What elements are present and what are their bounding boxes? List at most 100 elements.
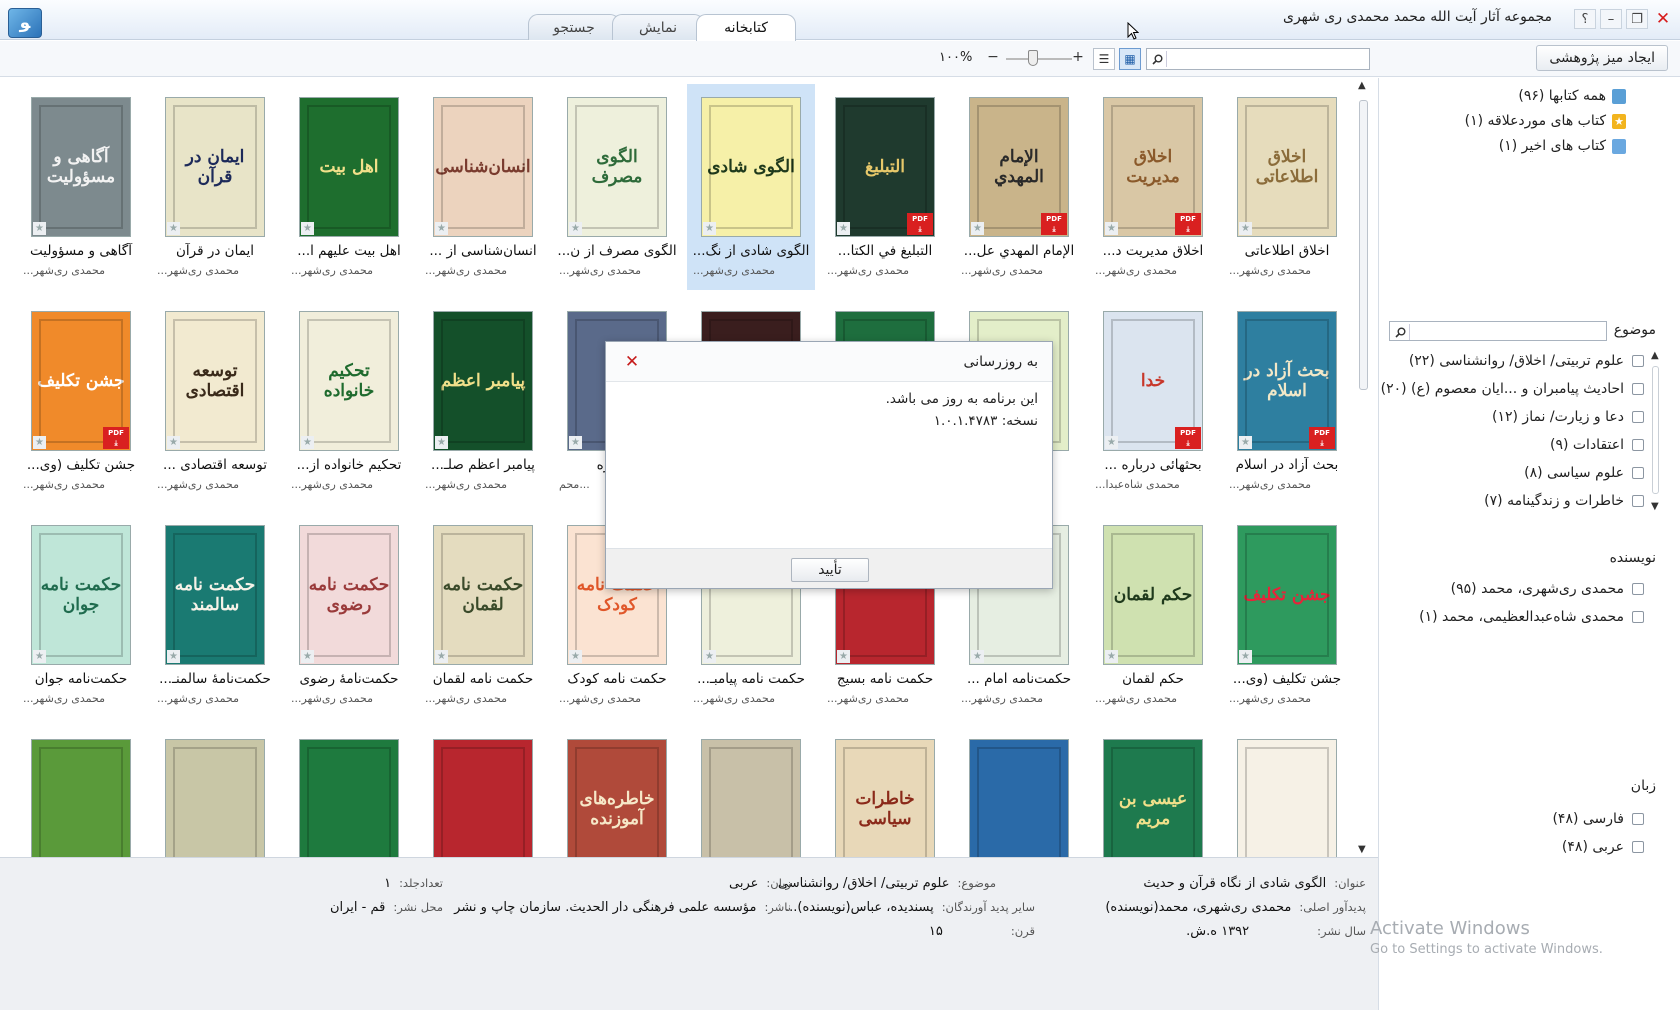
book-card[interactable]: خاطرات سیاسی★ <box>821 726 949 857</box>
book-cover[interactable]: اخلاق مدیریت ★ PDF ⤓ <box>1103 97 1203 237</box>
book-cover[interactable]: ایمان در قرآن ★ <box>165 97 265 237</box>
facet-checkbox[interactable] <box>1632 355 1644 367</box>
facet-search-input[interactable] <box>1414 322 1604 340</box>
facet-subject-item[interactable]: احادیث پیامبران و ...ایان معصوم (ع) (۲۰) <box>1381 378 1644 400</box>
dialog-ok-button[interactable]: تأیید <box>791 558 869 582</box>
book-card[interactable]: الگوی مصرف ★ الگوی مصرف از ن... محمدی ری‌شه… <box>553 84 681 290</box>
facet-checkbox[interactable] <box>1632 467 1644 479</box>
zoom-slider[interactable] <box>1006 58 1072 60</box>
close-button[interactable]: ✕ <box>1652 9 1674 29</box>
library-search-input[interactable] <box>1171 49 1369 69</box>
facet-checkbox[interactable] <box>1632 813 1644 825</box>
tab-library[interactable]: کتابخانه <box>696 14 796 41</box>
book-card[interactable]: جشن تکلیف ★ جشن تکلیف (وی... محمدی ری‌شهر..… <box>1223 512 1351 718</box>
book-cover[interactable]: ★ <box>433 739 533 857</box>
favorite-star-icon[interactable]: ★ <box>1239 436 1252 449</box>
facet-checkbox[interactable] <box>1632 411 1644 423</box>
facet-subject-item[interactable]: علوم تربیتی/ اخلاق/ روانشناسی (۲۲) <box>1409 350 1644 372</box>
favorite-star-icon[interactable]: ★ <box>569 222 582 235</box>
zoom-slider-thumb[interactable] <box>1028 50 1038 66</box>
scroll-up-icon[interactable]: ▲ <box>1358 80 1366 91</box>
tab-display[interactable]: نمایش <box>612 14 704 40</box>
facet-subject-scrollbar[interactable]: ▲ ▼ <box>1649 350 1661 512</box>
zoom-out-button[interactable]: − <box>986 50 1000 65</box>
favorite-star-icon[interactable]: ★ <box>837 222 850 235</box>
book-cover[interactable]: الگوی مصرف ★ <box>567 97 667 237</box>
facet-checkbox[interactable] <box>1632 383 1644 395</box>
tab-search[interactable]: جستجو <box>528 14 620 40</box>
book-card[interactable]: اهل بیت ★ اهل بیت علیهم ا... محمدی ری‌شهر..… <box>285 84 413 290</box>
book-card[interactable]: تحکیم خانواده ★ تحکیم خانواده از... محمدی ر… <box>285 298 413 504</box>
grid-view-button[interactable]: ▦ <box>1119 48 1141 70</box>
facet-checkbox[interactable] <box>1632 439 1644 451</box>
sidebar-item-recent[interactable]: کتاب های اخیر (۱) <box>1499 138 1626 154</box>
book-cover[interactable]: الگوی شادی ★ <box>701 97 801 237</box>
search-icon[interactable] <box>1392 324 1410 340</box>
book-card[interactable]: ★ <box>151 726 279 857</box>
book-card[interactable]: انسان‌شناسی ★ انسان‌شناسی از ... محمدی ری‌ش… <box>419 84 547 290</box>
book-cover[interactable]: حکمت نامه لقمان ★ <box>433 525 533 665</box>
favorite-star-icon[interactable]: ★ <box>301 436 314 449</box>
book-cover[interactable]: حکمت نامه جوان ★ <box>31 525 131 665</box>
facet-checkbox[interactable] <box>1632 583 1644 595</box>
favorite-star-icon[interactable]: ★ <box>435 222 448 235</box>
facet-checkbox[interactable] <box>1632 611 1644 623</box>
favorite-star-icon[interactable]: ★ <box>1239 650 1252 663</box>
book-card[interactable]: آگاهی و مسؤولیت ★ آگاهی و مسؤولیت محمدی ری‌… <box>17 84 145 290</box>
book-cover[interactable]: انسان‌شناسی ★ <box>433 97 533 237</box>
book-cover[interactable]: ★ <box>299 739 399 857</box>
dialog-close-icon[interactable]: ✕ <box>622 352 642 372</box>
list-view-button[interactable]: ☰ <box>1093 48 1115 70</box>
favorite-star-icon[interactable]: ★ <box>703 222 716 235</box>
book-cover[interactable]: حکمت نامه سالمند ★ <box>165 525 265 665</box>
sidebar-item-all-books[interactable]: همه کتابها (۹۶) <box>1518 88 1626 104</box>
favorite-star-icon[interactable]: ★ <box>33 650 46 663</box>
book-card[interactable]: حکمت نامه جوان ★ حکمت‌نامه جوان محمدی ری‌شه… <box>17 512 145 718</box>
favorite-star-icon[interactable]: ★ <box>33 436 46 449</box>
book-cover[interactable]: جشن تکلیف ★ PDF ⤓ <box>31 311 131 451</box>
book-cover[interactable]: عیسی بن مریم★ <box>1103 739 1203 857</box>
facet-language-item[interactable]: عربی (۴۸) <box>1562 836 1644 858</box>
facet-subject-item[interactable]: علوم سیاسی (۸) <box>1524 462 1644 484</box>
book-card[interactable]: الگوی شادی ★ الگوی شادی از نگ... محمدی ری‌ش… <box>687 84 815 290</box>
favorite-star-icon[interactable]: ★ <box>167 222 180 235</box>
favorite-star-icon[interactable]: ★ <box>301 650 314 663</box>
book-card[interactable]: عیسی بن مریم★ <box>1089 726 1217 857</box>
favorite-star-icon[interactable]: ★ <box>1105 436 1118 449</box>
favorite-star-icon[interactable]: ★ <box>435 436 448 449</box>
favorite-star-icon[interactable]: ★ <box>569 650 582 663</box>
facet-checkbox[interactable] <box>1632 495 1644 507</box>
book-cover[interactable]: ★ <box>165 739 265 857</box>
book-card[interactable]: ایمان در قرآن ★ ایمان در قرآن محمدی ری‌شهر.… <box>151 84 279 290</box>
facet-subject-item[interactable]: اعتقادات (۹) <box>1550 434 1644 456</box>
book-cover[interactable]: تحکیم خانواده ★ <box>299 311 399 451</box>
book-cover[interactable]: خاطره‌های آموزنده★ <box>567 739 667 857</box>
book-card[interactable]: ★ <box>955 726 1083 857</box>
book-card[interactable]: ★ <box>17 726 145 857</box>
favorite-star-icon[interactable]: ★ <box>569 436 582 449</box>
zoom-in-button[interactable]: + <box>1071 50 1085 65</box>
facet-author-item[interactable]: محمدی شاه‌عبدالعظیمی، محمد (۱) <box>1419 606 1644 628</box>
book-card[interactable]: حکمت نامه لقمان ★ حکمت نامه لقمان محمدی ری‌… <box>419 512 547 718</box>
book-cover[interactable]: توسعه اقتصادی ★ <box>165 311 265 451</box>
book-cover[interactable]: ★ <box>1237 739 1337 857</box>
scroll-down-icon[interactable]: ▼ <box>1651 501 1659 512</box>
search-icon[interactable] <box>1149 51 1167 67</box>
book-cover[interactable]: ★ <box>969 739 1069 857</box>
book-card[interactable]: حکمت نامه رضوی ★ حکمت‌نامهٔ رضوی محمدی ری‌ش… <box>285 512 413 718</box>
favorite-star-icon[interactable]: ★ <box>971 222 984 235</box>
book-grid-scrollbar[interactable]: ▲ ▼ <box>1353 78 1375 857</box>
favorite-star-icon[interactable]: ★ <box>33 222 46 235</box>
book-cover[interactable]: الإمام المهدي ★ PDF ⤓ <box>969 97 1069 237</box>
book-cover[interactable]: اهل بیت ★ <box>299 97 399 237</box>
book-card[interactable]: ★ <box>1223 726 1351 857</box>
favorite-star-icon[interactable]: ★ <box>1105 222 1118 235</box>
book-card[interactable]: الإمام المهدي ★ PDF ⤓ الإمام المهدي عل... محم… <box>955 84 1083 290</box>
scroll-up-icon[interactable]: ▲ <box>1651 350 1659 361</box>
book-cover[interactable]: حکم لقمان ★ <box>1103 525 1203 665</box>
scrollbar-track[interactable] <box>1652 366 1659 494</box>
help-button[interactable]: ؟ <box>1574 9 1596 29</box>
favorite-star-icon[interactable]: ★ <box>435 650 448 663</box>
book-card[interactable]: پیامبر اعظم ★ پیامبر اعظم صلـ... محمدی ری‌ش… <box>419 298 547 504</box>
book-card[interactable]: حکمت نامه سالمند ★ حکمت‌نامهٔ سالمنـ... محم… <box>151 512 279 718</box>
